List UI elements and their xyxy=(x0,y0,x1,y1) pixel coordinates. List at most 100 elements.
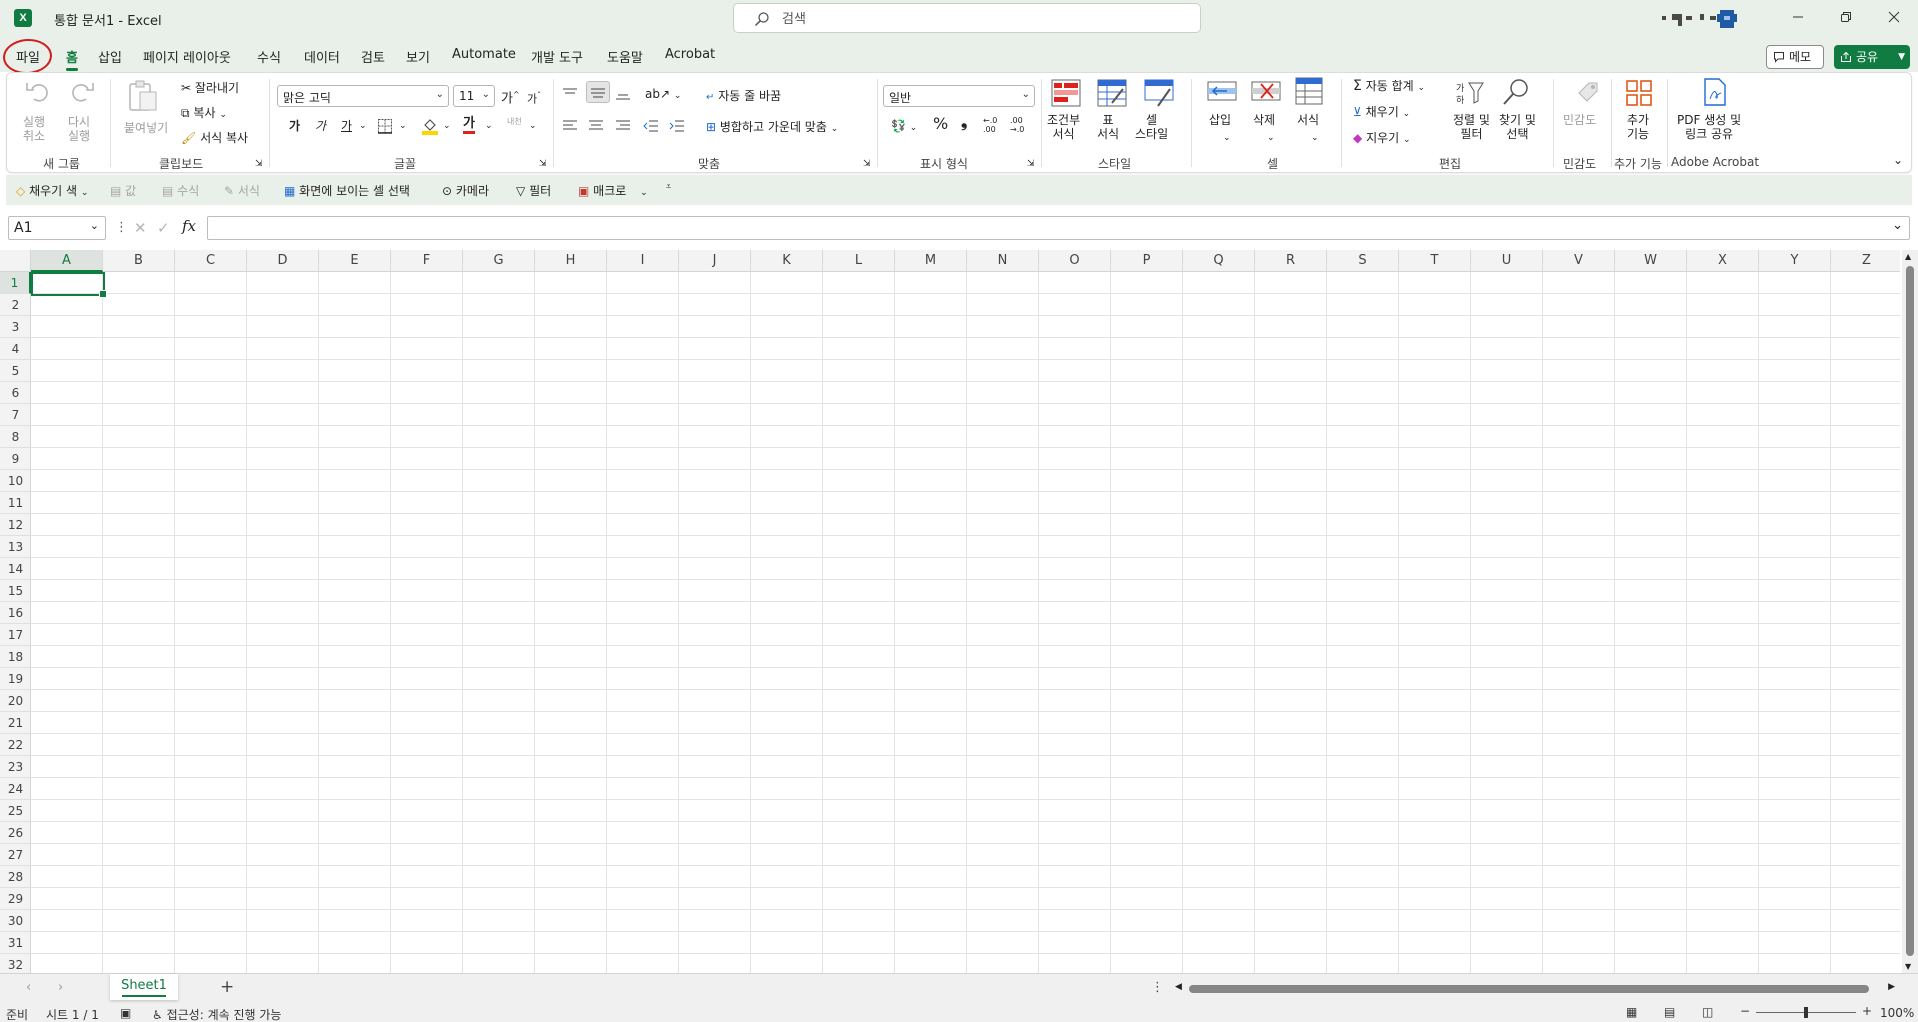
column-header[interactable]: D xyxy=(247,250,319,272)
prev-sheet-chevron-icon[interactable]: ‹ xyxy=(26,980,31,995)
column-header[interactable]: Y xyxy=(1759,250,1831,272)
row-header[interactable]: 31 xyxy=(0,932,31,954)
row-header[interactable]: 30 xyxy=(0,910,31,932)
qat-camera-button[interactable]: ⊙ 카메라 xyxy=(442,182,489,199)
copy-button[interactable]: ⧉ 복사 ⌄ xyxy=(181,106,227,122)
row-header[interactable]: 1 xyxy=(0,272,31,294)
clear-button[interactable]: ◆ 지우기 ⌄ xyxy=(1353,131,1411,147)
workbook-stats-icon[interactable]: ▣ xyxy=(120,1006,131,1020)
row-header[interactable]: 26 xyxy=(0,822,31,844)
row-header[interactable]: 25 xyxy=(0,800,31,822)
column-header[interactable]: M xyxy=(895,250,967,272)
number-format-dropdown[interactable]: 일반 ⌄ xyxy=(883,85,1035,107)
vertical-scrollbar[interactable]: ▲ ▼ xyxy=(1902,250,1918,973)
column-header[interactable]: H xyxy=(535,250,607,272)
expand-formula-bar-icon[interactable]: ⌄ xyxy=(1892,218,1903,233)
tab-page-layout[interactable]: 페이지 레이아웃 xyxy=(143,47,231,66)
row-header[interactable]: 2 xyxy=(0,294,31,316)
next-sheet-chevron-icon[interactable]: › xyxy=(58,980,63,995)
zoom-slider-thumb[interactable] xyxy=(1804,1007,1808,1018)
row-header[interactable]: 22 xyxy=(0,734,31,756)
row-header[interactable]: 19 xyxy=(0,668,31,690)
decrease-decimal-button[interactable]: .00 →.0 xyxy=(1010,116,1024,134)
cell-area[interactable] xyxy=(31,272,1900,973)
qat-paste-formats-button[interactable]: ✎ 서식 xyxy=(224,182,260,199)
increase-decimal-button[interactable]: ←.0 .00 xyxy=(983,116,997,134)
alignment-launcher-icon[interactable]: ⇲ xyxy=(863,157,871,171)
orientation-button[interactable]: ab↗ ⌄ xyxy=(645,87,681,103)
column-header[interactable]: Z xyxy=(1831,250,1903,272)
italic-button[interactable]: 가 xyxy=(315,119,326,133)
tab-view[interactable]: 보기 xyxy=(406,47,430,66)
qat-fill-color-button[interactable]: ◇ 채우기 색 ⌄ xyxy=(16,182,88,199)
font-size-dropdown[interactable]: 11 ⌄ xyxy=(453,85,495,107)
column-header[interactable]: W xyxy=(1615,250,1687,272)
tab-home[interactable]: 홈 xyxy=(66,47,78,71)
font-launcher-icon[interactable]: ⇲ xyxy=(539,157,547,171)
cut-button[interactable]: ✂ 잘라내기 xyxy=(181,81,239,95)
font-color-button[interactable]: 가 xyxy=(463,117,475,134)
tab-automate[interactable]: Automate xyxy=(452,47,516,62)
row-header[interactable]: 5 xyxy=(0,360,31,382)
row-header[interactable]: 14 xyxy=(0,558,31,580)
memo-button[interactable]: 메모 xyxy=(1766,45,1824,69)
page-layout-view-icon[interactable]: ▤ xyxy=(1664,1005,1675,1019)
search-input[interactable] xyxy=(782,10,1182,28)
restore-button[interactable] xyxy=(1828,6,1864,30)
column-header[interactable]: N xyxy=(967,250,1039,272)
row-header[interactable]: 10 xyxy=(0,470,31,492)
phonetic-guide-button[interactable]: 내천 xyxy=(507,117,523,126)
shrink-font-button[interactable]: 가ˇ xyxy=(527,89,541,107)
column-header[interactable]: K xyxy=(751,250,823,272)
tab-data[interactable]: 데이터 xyxy=(304,47,340,66)
share-button[interactable]: 공유 ▼ xyxy=(1834,45,1910,69)
cancel-entry-button[interactable]: ✕ xyxy=(134,219,147,237)
qat-paste-values-button[interactable]: ▤ 값 xyxy=(110,182,136,199)
align-middle-button[interactable] xyxy=(586,81,610,103)
qat-paste-formulas-button[interactable]: ▤ 수식 xyxy=(162,182,199,199)
customize-qat-icon[interactable]: ⩡ xyxy=(666,182,671,192)
row-header[interactable]: 7 xyxy=(0,404,31,426)
row-header[interactable]: 27 xyxy=(0,844,31,866)
row-header[interactable]: 12 xyxy=(0,514,31,536)
qat-filter-button[interactable]: ▽ 필터 xyxy=(516,182,551,199)
grow-font-button[interactable]: 가^ xyxy=(501,88,520,106)
row-header[interactable]: 28 xyxy=(0,866,31,888)
column-header[interactable]: U xyxy=(1471,250,1543,272)
column-header[interactable]: I xyxy=(607,250,679,272)
column-header[interactable]: V xyxy=(1543,250,1615,272)
tab-insert[interactable]: 삽입 xyxy=(98,47,122,66)
column-header[interactable]: X xyxy=(1687,250,1759,272)
scroll-left-arrow-icon[interactable]: ◀ xyxy=(1175,982,1182,992)
page-break-view-icon[interactable]: ◫ xyxy=(1702,1005,1713,1019)
scroll-up-arrow-icon[interactable]: ▲ xyxy=(1905,252,1911,261)
column-header[interactable]: A xyxy=(31,250,103,272)
row-header[interactable]: 16 xyxy=(0,602,31,624)
bold-button[interactable]: 가 xyxy=(289,119,300,133)
close-button[interactable] xyxy=(1876,6,1912,30)
sheet-tab-sheet1[interactable]: Sheet1 xyxy=(110,974,178,1000)
scroll-right-arrow-icon[interactable]: ▶ xyxy=(1888,982,1895,992)
add-sheet-button[interactable]: + xyxy=(220,977,234,997)
chevron-down-icon[interactable]: ⌄ xyxy=(443,119,451,133)
horizontal-scrollbar[interactable]: ◀ ▶ xyxy=(1175,982,1895,995)
tab-formulas[interactable]: 수식 xyxy=(257,47,281,66)
row-header[interactable]: 11 xyxy=(0,492,31,514)
column-header[interactable]: T xyxy=(1399,250,1471,272)
formula-input[interactable]: ⌄ xyxy=(207,216,1910,240)
more-options-icon[interactable]: ⋮ xyxy=(115,220,128,235)
font-name-dropdown[interactable]: 맑은 고딕 ⌄ xyxy=(277,85,449,107)
row-header[interactable]: 20 xyxy=(0,690,31,712)
tab-review[interactable]: 검토 xyxy=(361,47,385,66)
fill-button[interactable]: ⊻ 채우기 ⌄ xyxy=(1353,105,1410,121)
column-header[interactable]: Q xyxy=(1183,250,1255,272)
qat-select-visible-button[interactable]: ▦ 화면에 보이는 셀 선택 xyxy=(284,182,410,199)
active-cell-selection[interactable] xyxy=(31,272,107,298)
insert-function-button[interactable]: fx xyxy=(182,217,196,235)
tab-developer[interactable]: 개발 도구 xyxy=(531,47,583,66)
search-box[interactable] xyxy=(733,3,1201,33)
number-launcher-icon[interactable]: ⇲ xyxy=(1027,157,1035,171)
chevron-down-icon[interactable]: ⌄ xyxy=(399,119,407,133)
autosum-button[interactable]: Σ 자동 합계 ⌄ xyxy=(1353,79,1425,95)
normal-view-icon[interactable]: ▦ xyxy=(1626,1005,1637,1019)
